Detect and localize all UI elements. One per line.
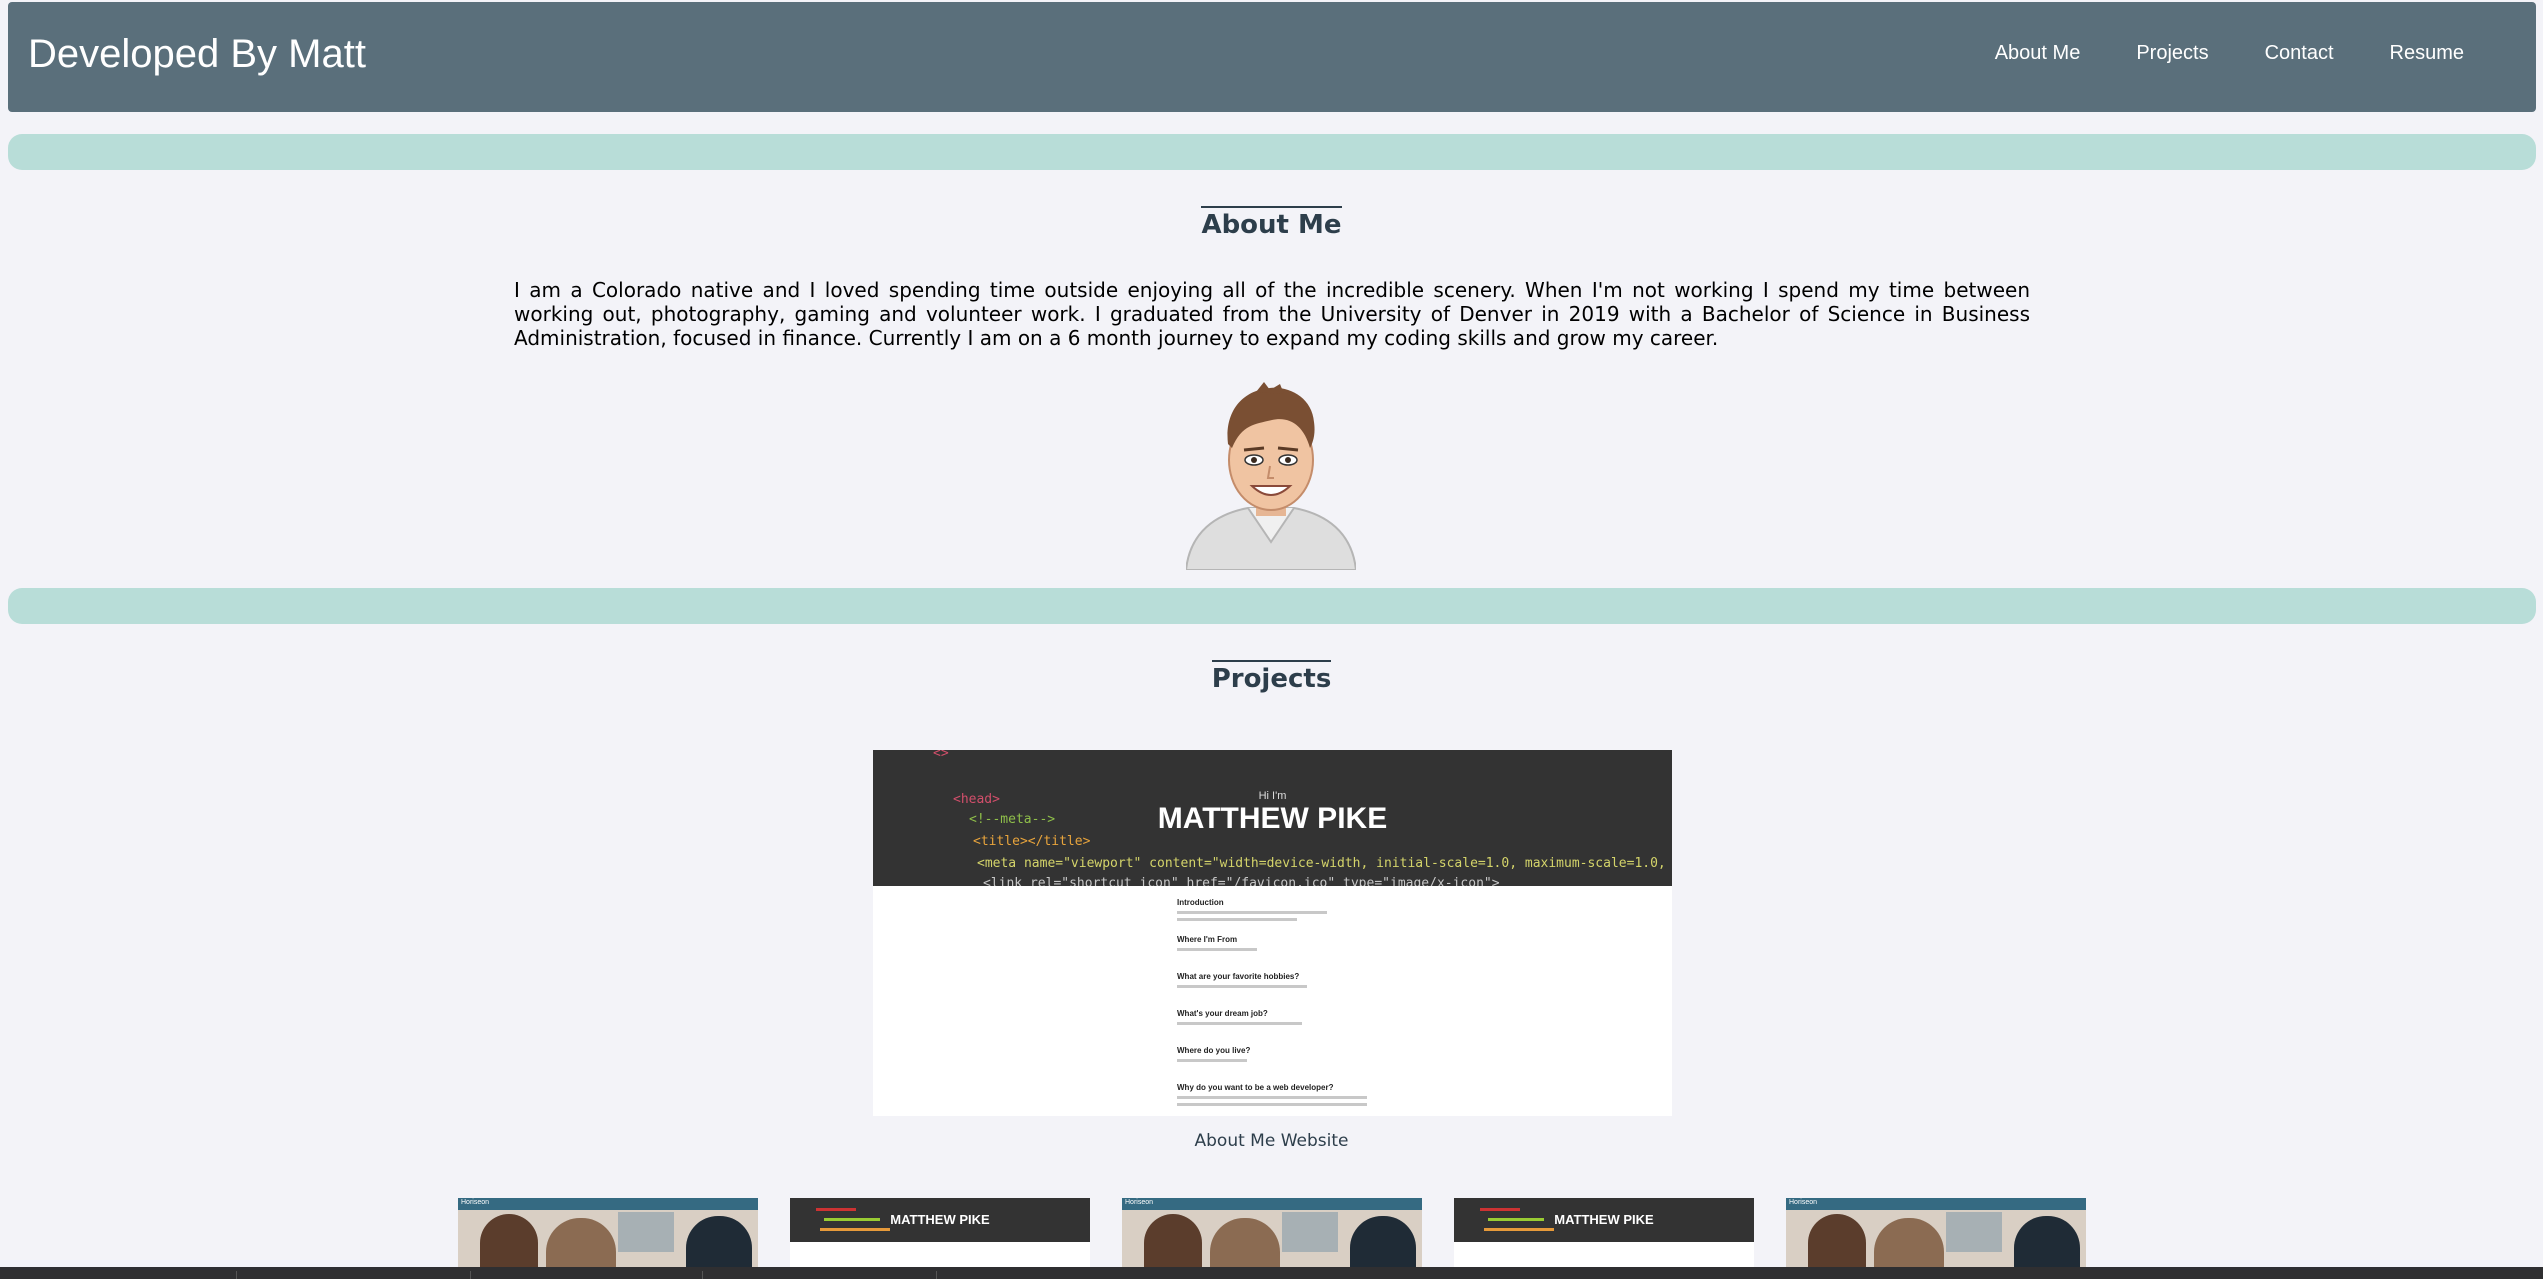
- project-question: Where do you live?: [1177, 1046, 1251, 1055]
- project-thumbnail[interactable]: Horiseon: [1122, 1198, 1422, 1268]
- project-content-list: Introduction Where I'm From What are you…: [1177, 898, 1377, 1116]
- project-question: What's your dream job?: [1177, 1009, 1268, 1018]
- nav-link-resume[interactable]: Resume: [2390, 42, 2464, 65]
- thumbnail-label: MATTHEW PIKE: [890, 1212, 990, 1227]
- project-hero-greeting: Hi I'm: [1258, 790, 1287, 802]
- projects-heading: Projects: [0, 660, 2543, 694]
- nav-link-contact[interactable]: Contact: [2265, 42, 2334, 65]
- project-hero-banner: <> <head> <!--meta--> <title></title> <m…: [873, 750, 1672, 886]
- thumbnail-label: Horiseon: [461, 1199, 490, 1206]
- project-thumbnails: Horiseon MATTHEW PIKE Horiseon MATTHEW P…: [458, 1198, 2086, 1268]
- thumbnail-label: MATTHEW PIKE: [1554, 1212, 1654, 1227]
- thumbnail-label: Horiseon: [1789, 1199, 1818, 1206]
- featured-project-screenshot[interactable]: <> <head> <!--meta--> <title></title> <m…: [873, 750, 1672, 1116]
- featured-project-caption[interactable]: About Me Website: [0, 1131, 2543, 1151]
- site-brand[interactable]: Developed By Matt: [28, 32, 366, 77]
- thumbnail-label: Horiseon: [1125, 1199, 1154, 1206]
- nav-link-projects[interactable]: Projects: [2136, 42, 2208, 65]
- cartoon-avatar-icon: [1184, 382, 1358, 571]
- about-me-heading: About Me: [0, 206, 2543, 240]
- projects-heading-text: Projects: [1211, 660, 1332, 694]
- nav-menu: About Me Projects Contact Resume: [1995, 42, 2464, 65]
- project-thumbnail[interactable]: MATTHEW PIKE: [1454, 1198, 1754, 1268]
- about-me-heading-text: About Me: [1201, 206, 1342, 240]
- section-divider: [8, 134, 2536, 170]
- project-hero-name: MATTHEW PIKE: [1157, 802, 1388, 835]
- project-thumbnail[interactable]: MATTHEW PIKE: [790, 1198, 1090, 1268]
- section-divider: [8, 588, 2536, 624]
- nav-link-about-me[interactable]: About Me: [1995, 42, 2081, 65]
- project-thumbnail[interactable]: Horiseon: [458, 1198, 758, 1268]
- about-me-paragraph: I am a Colorado native and I loved spend…: [514, 278, 2030, 350]
- project-question: Introduction: [1177, 898, 1224, 907]
- project-thumbnail[interactable]: Horiseon: [1786, 1198, 2086, 1268]
- os-taskbar: [0, 1267, 2543, 1279]
- project-question: Where I'm From: [1177, 935, 1238, 944]
- project-question: Why do you want to be a web developer?: [1177, 1083, 1334, 1092]
- top-navbar: Developed By Matt About Me Projects Cont…: [8, 2, 2536, 112]
- project-question: What are your favorite hobbies?: [1177, 972, 1300, 981]
